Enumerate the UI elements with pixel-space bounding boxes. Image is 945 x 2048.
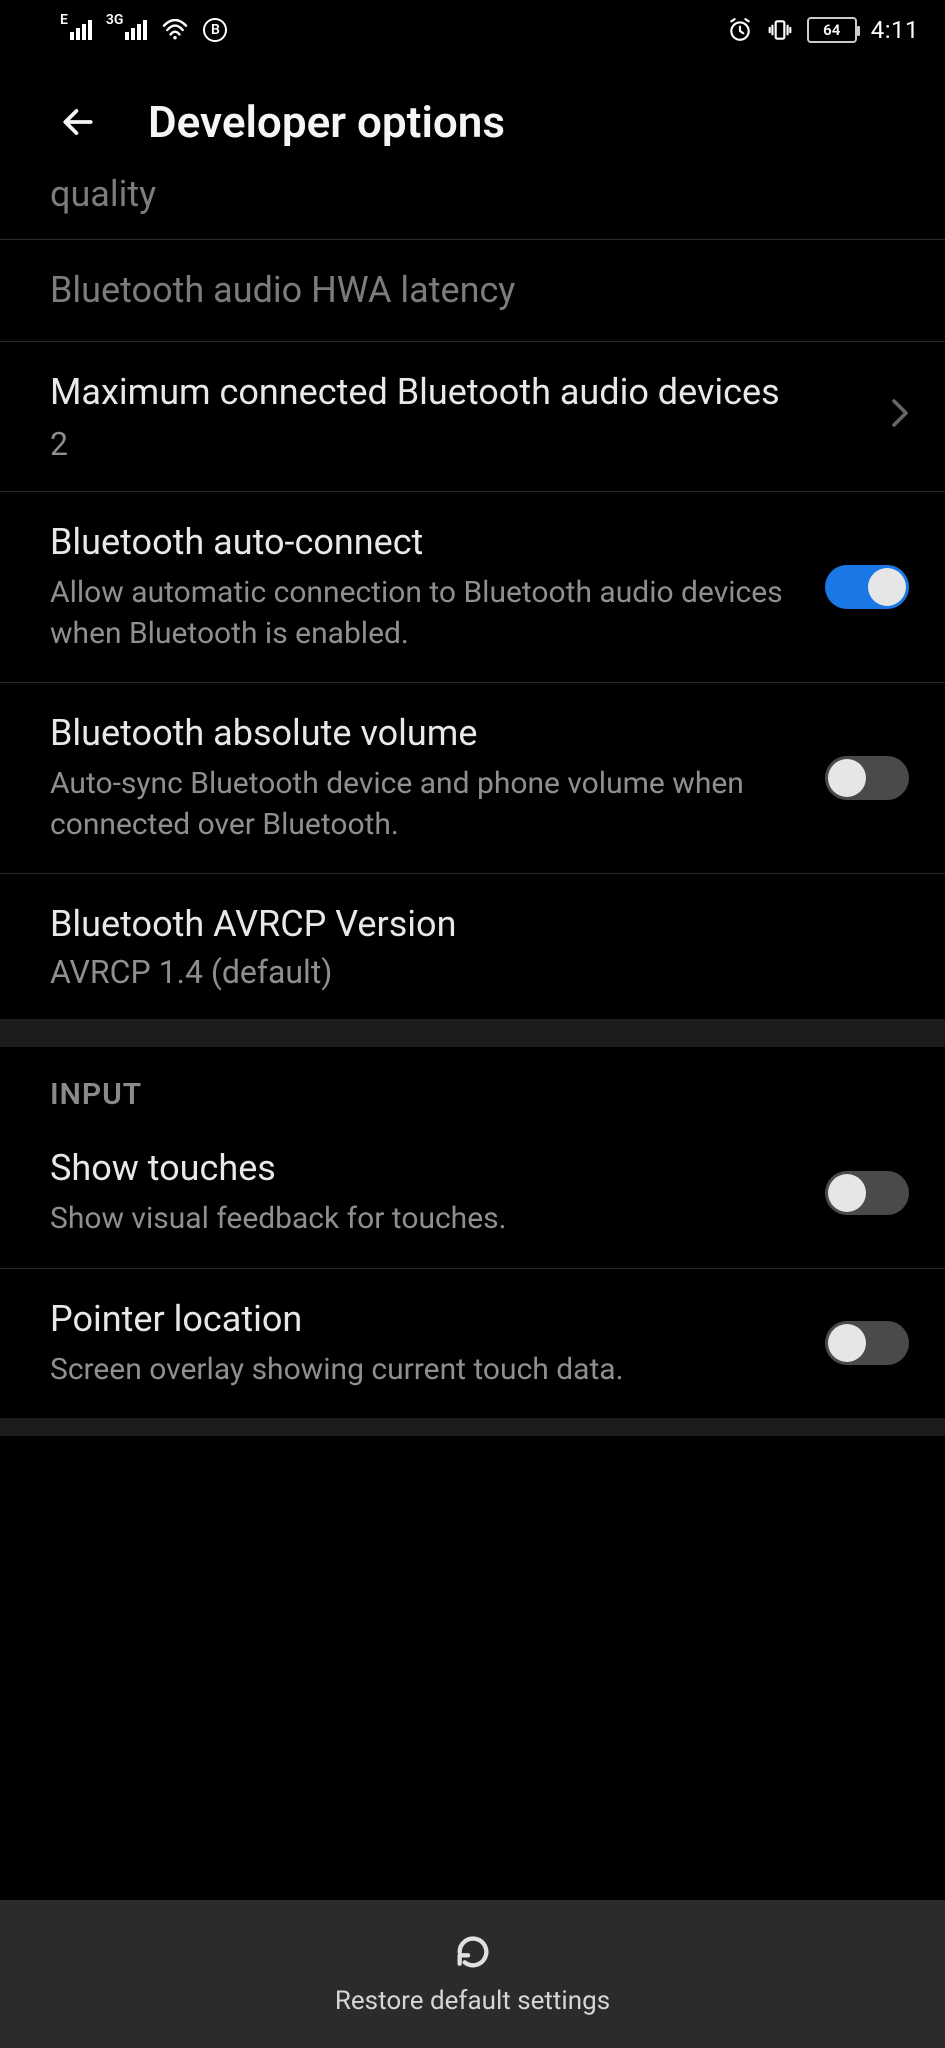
row-value: 2 [50, 425, 873, 463]
row-title: Bluetooth audio HWA latency [50, 268, 909, 313]
clock-text: 4:11 [871, 16, 919, 44]
row-avrcp-version[interactable]: Bluetooth AVRCP Version AVRCP 1.4 (defau… [0, 874, 945, 1019]
row-bt-absolute-volume[interactable]: Bluetooth absolute volume Auto-sync Blue… [0, 683, 945, 874]
page-title: Developer options [148, 96, 505, 148]
toggle-absolute-volume[interactable] [825, 756, 909, 800]
row-quality[interactable]: quality [0, 172, 945, 240]
row-title: quality [50, 172, 909, 217]
row-title: Show touches [50, 1146, 801, 1191]
status-bar: E 3G B 64 4:11 [0, 0, 945, 60]
back-arrow-icon[interactable] [56, 100, 100, 144]
row-title: Bluetooth absolute volume [50, 711, 801, 756]
row-pointer-location[interactable]: Pointer location Screen overlay showing … [0, 1269, 945, 1419]
row-title: Bluetooth AVRCP Version [50, 902, 909, 947]
app-header: Developer options [0, 60, 945, 172]
row-title: Pointer location [50, 1297, 801, 1342]
row-max-bt-devices[interactable]: Maximum connected Bluetooth audio device… [0, 342, 945, 492]
signal-1-icon: E [60, 20, 92, 40]
restore-icon [453, 1932, 493, 1976]
wifi-icon [161, 19, 189, 41]
row-value: AVRCP 1.4 (default) [50, 953, 909, 991]
alarm-icon [727, 17, 753, 43]
badge-icon: B [203, 18, 227, 42]
row-title: Bluetooth auto-connect [50, 520, 801, 565]
battery-icon: 64 [807, 17, 857, 43]
restore-label: Restore default settings [335, 1986, 610, 2016]
row-subtitle: Screen overlay showing current touch dat… [50, 1350, 801, 1391]
row-show-touches[interactable]: Show touches Show visual feedback for to… [0, 1118, 945, 1269]
section-header-input: INPUT [0, 1047, 945, 1118]
footer-restore[interactable]: Restore default settings [0, 1900, 945, 2048]
toggle-autoconnect[interactable] [825, 565, 909, 609]
chevron-right-icon [873, 397, 909, 437]
vibrate-icon [767, 17, 793, 43]
toggle-pointer-location[interactable] [825, 1321, 909, 1365]
row-hwa-latency[interactable]: Bluetooth audio HWA latency [0, 240, 945, 342]
row-subtitle: Allow automatic connection to Bluetooth … [50, 573, 801, 654]
toggle-show-touches[interactable] [825, 1171, 909, 1215]
settings-list: quality Bluetooth audio HWA latency Maxi… [0, 172, 945, 1900]
row-bt-autoconnect[interactable]: Bluetooth auto-connect Allow automatic c… [0, 492, 945, 683]
row-title: Maximum connected Bluetooth audio device… [50, 370, 873, 415]
row-subtitle: Auto-sync Bluetooth device and phone vol… [50, 764, 801, 845]
section-divider [0, 1418, 945, 1436]
signal-2-icon: 3G [106, 20, 148, 40]
section-divider [0, 1019, 945, 1047]
row-subtitle: Show visual feedback for touches. [50, 1199, 801, 1240]
